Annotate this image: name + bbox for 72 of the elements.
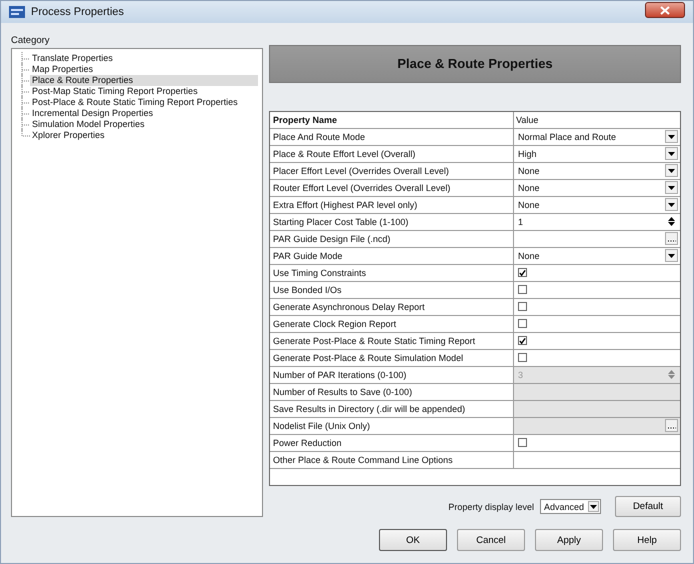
dropdown-value: High xyxy=(517,148,538,159)
tree-item[interactable]: Map Properties xyxy=(30,64,258,75)
window-title: Process Properties xyxy=(31,6,125,18)
property-value[interactable]: High xyxy=(514,146,680,162)
checkbox[interactable] xyxy=(518,285,527,294)
spin-value: 1 xyxy=(517,216,524,227)
dialog-button[interactable]: Apply xyxy=(535,529,603,551)
tree-connector-icon xyxy=(20,74,30,88)
dropdown-value: Normal Place and Route xyxy=(517,132,618,142)
dropdown-value: None xyxy=(517,200,541,210)
property-name: Generate Post-Place & Route Simulation Model xyxy=(270,350,514,366)
display-level-dropdown[interactable]: Advanced xyxy=(540,499,601,514)
tree-connector-icon xyxy=(20,118,30,132)
property-name: Place & Route Effort Level (Overall) xyxy=(270,146,514,162)
window-icon xyxy=(9,6,25,18)
property-name: Generate Asynchronous Delay Report xyxy=(270,298,514,315)
property-name: Other Place & Route Command Line Options xyxy=(270,452,514,468)
ellipsis-icon xyxy=(668,427,676,430)
tree-item[interactable]: Incremental Design Properties xyxy=(30,108,258,119)
checkbox[interactable] xyxy=(518,302,527,312)
column-header: Value xyxy=(515,114,540,127)
dialog-button[interactable]: Cancel xyxy=(457,529,525,551)
category-label: Category xyxy=(11,35,51,46)
property-name: Use Bonded I/Os xyxy=(270,282,514,298)
dialog-button[interactable]: OK xyxy=(379,529,447,551)
property-name: Place And Route Mode xyxy=(270,128,514,145)
property-value[interactable]: None xyxy=(514,248,680,264)
close-icon xyxy=(660,6,670,14)
caret-icon xyxy=(588,501,599,512)
tree-item[interactable]: Post-Place & Route Static Timing Report Properties xyxy=(30,97,258,108)
tree-item[interactable]: Post-Map Static Timing Report Properties xyxy=(30,86,258,97)
property-name: PAR Guide Design File (.ncd) xyxy=(270,230,514,247)
column-header: Property Name xyxy=(270,112,514,128)
tree-connector-icon xyxy=(20,62,30,76)
tree-item[interactable]: Translate Properties xyxy=(30,53,258,64)
default-button[interactable]: Default xyxy=(615,496,681,517)
checkbox[interactable] xyxy=(518,319,527,328)
checkbox[interactable] xyxy=(518,268,527,278)
ellipsis-icon xyxy=(668,240,676,242)
spin-value: 3 xyxy=(517,370,524,380)
property-value[interactable]: Normal Place and Route xyxy=(514,128,680,145)
dialog-button[interactable]: Help xyxy=(613,529,681,551)
close-button[interactable] xyxy=(645,2,685,18)
tree-item[interactable]: Place & Route Properties xyxy=(30,75,258,86)
property-value[interactable]: None xyxy=(514,162,680,179)
spinner-icon[interactable] xyxy=(665,215,678,228)
property-value[interactable]: None xyxy=(514,196,680,213)
panel-title: Place & Route Properties xyxy=(397,56,553,72)
property-name: Extra Effort (Highest PAR level only) xyxy=(270,196,514,213)
dropdown-value: None xyxy=(517,182,541,193)
property-name: PAR Guide Mode xyxy=(270,248,514,264)
dropdown-value: None xyxy=(517,250,541,261)
property-name: Router Effort Level (Overrides Overall Level) xyxy=(270,180,514,196)
display-level-label: Property display level xyxy=(448,502,534,512)
tree-item[interactable]: Simulation Model Properties xyxy=(30,119,258,130)
property-name: Placer Effort Level (Overrides Overall Level) xyxy=(270,162,514,179)
property-name: Starting Placer Cost Table (1-100) xyxy=(270,214,514,230)
checkbox[interactable] xyxy=(518,353,527,362)
tree-connector-icon xyxy=(20,84,30,98)
checkbox[interactable] xyxy=(518,438,527,448)
tree-connector-icon xyxy=(20,52,30,66)
tree-connector-icon xyxy=(20,96,30,110)
property-value[interactable]: 1 xyxy=(514,214,680,230)
property-value[interactable]: None xyxy=(514,180,680,196)
checkbox[interactable] xyxy=(518,336,527,346)
property-name: Generate Post-Place & Route Static Timing Report xyxy=(270,332,514,349)
dropdown-value: None xyxy=(517,166,541,176)
property-name: Use Timing Constraints xyxy=(270,264,514,281)
property-name: Generate Clock Region Report xyxy=(270,316,514,332)
property-name: Power Reduction xyxy=(270,434,514,451)
tree-item[interactable]: Xplorer Properties xyxy=(30,130,258,141)
tree-connector-icon xyxy=(20,106,30,120)
